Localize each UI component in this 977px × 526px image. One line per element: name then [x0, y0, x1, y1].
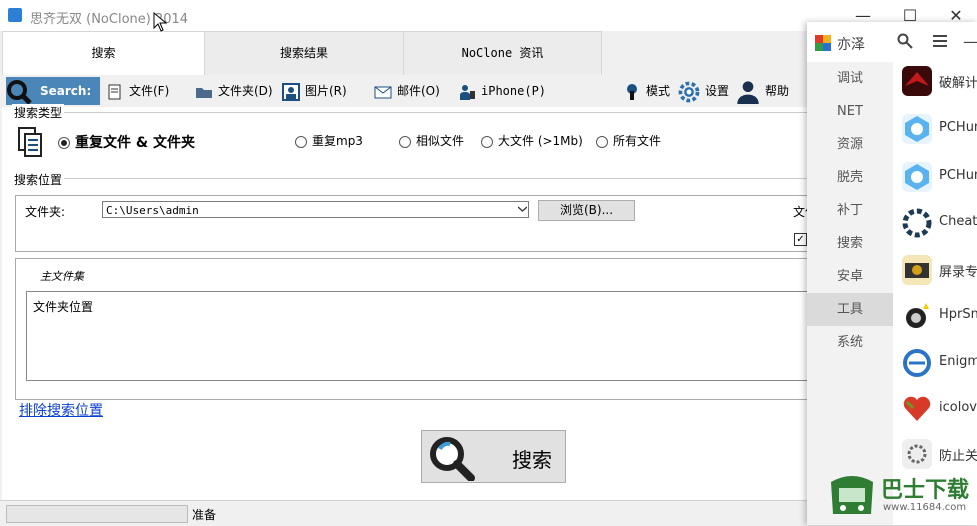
search-toolbar-button[interactable]: Search: — [6, 77, 100, 105]
minimize-icon[interactable]: — — [963, 32, 977, 51]
subfolder-checkbox[interactable]: ✓ — [794, 233, 807, 246]
iphone-button[interactable]: iPhone(P) — [458, 75, 546, 107]
folder-path-input[interactable]: C:\Users\admin — [102, 201, 529, 218]
folder-label: 文件夹(D) — [218, 84, 273, 98]
mode-label: 模式 — [646, 84, 671, 98]
folder-field-label: 文件夹: — [25, 205, 66, 219]
app-logo-icon — [8, 8, 22, 22]
tab-noclone-news[interactable]: NoClone 资讯 — [403, 31, 602, 75]
pointer-hand-icon — [627, 83, 637, 100]
mode-button[interactable]: 模式 — [623, 75, 670, 107]
tab-search[interactable]: 搜索 — [2, 31, 205, 75]
watermark-url: www.11684.com — [883, 502, 967, 513]
option-large-files[interactable]: 大文件 (>1Mb) — [481, 132, 583, 149]
browse-button[interactable]: 浏览(B)... — [538, 200, 635, 221]
toolbar: Search: 文件(F) 文件夹(D) 图片(R) 邮件(O) iPhone(… — [2, 75, 807, 107]
app-item[interactable]: 屏录专 — [899, 247, 977, 293]
search-type-label: 搜索类型 — [12, 104, 65, 121]
app-pchunter-icon — [902, 162, 932, 192]
nav-item-search[interactable]: 搜索 — [807, 227, 893, 260]
file-icon — [108, 84, 121, 99]
settings-button[interactable]: 设置 — [678, 75, 729, 107]
progress-bar — [6, 505, 188, 523]
option-duplicate-mp3[interactable]: 重复mp3 — [295, 132, 363, 149]
search-icon[interactable] — [897, 33, 913, 49]
nav-item-unpack[interactable]: 脱壳 — [807, 161, 893, 194]
nav-item-debug[interactable]: 调试 — [807, 62, 893, 95]
tab-search-results[interactable]: 搜索结果 — [204, 31, 404, 75]
nav-item-net[interactable]: NET — [807, 95, 893, 128]
radio — [596, 135, 608, 148]
radio — [295, 135, 307, 148]
menu-icon[interactable] — [933, 35, 947, 47]
brand-logo-icon — [815, 35, 831, 51]
start-search-button[interactable]: 搜索 — [421, 430, 566, 483]
app-item[interactable]: 破解计 — [899, 58, 977, 104]
folder-location-column: 文件夹位置 — [33, 300, 94, 314]
mouse-cursor-icon — [153, 12, 167, 32]
app-item[interactable]: PCHun — [899, 154, 977, 200]
tab-bar: 搜索 搜索结果 NoClone 资讯 — [2, 31, 807, 75]
app-item[interactable]: Enigm — [899, 340, 977, 386]
search-label: Search: — [40, 84, 92, 98]
iphone-label: iPhone(P) — [481, 84, 547, 98]
app-item[interactable]: PCHun — [899, 106, 977, 152]
nav-item-tools[interactable]: 工具 — [807, 293, 893, 326]
start-search-label: 搜索 — [512, 448, 552, 472]
portrait-icon — [282, 82, 300, 101]
radio — [399, 135, 411, 148]
category-nav: 调试 NET 资源 脱壳 补丁 搜索 安卓 工具 系统 — [807, 62, 893, 525]
nav-item-system[interactable]: 系统 — [807, 326, 893, 359]
app-screen-recorder-icon — [902, 255, 932, 285]
user-help-icon — [737, 80, 759, 104]
radio — [481, 135, 493, 148]
image-label: 图片(R) — [305, 84, 347, 98]
chevron-down-icon[interactable] — [518, 206, 527, 213]
magnifier-icon — [7, 80, 32, 105]
option-all-files[interactable]: 所有文件 — [596, 132, 661, 149]
image-button[interactable]: 图片(R) — [282, 75, 347, 107]
file-button[interactable]: 文件(F) — [106, 75, 169, 107]
option-duplicate-files[interactable]: 重复文件 & 文件夹 — [58, 132, 195, 152]
bus-logo-icon — [831, 476, 873, 514]
settings-label: 设置 — [705, 84, 730, 98]
app-cheat-engine-icon — [902, 208, 932, 238]
app-item[interactable]: HprSn — [899, 293, 977, 339]
option-similar-files[interactable]: 相似文件 — [399, 132, 464, 149]
app-enigma-icon — [902, 348, 932, 378]
radio-selected — [58, 137, 70, 149]
gear-icon — [678, 81, 700, 102]
launcher-panel: 亦泽 — 调试 NET 资源 脱壳 补丁 搜索 安卓 工具 系统 破解计 PCH… — [807, 22, 977, 525]
search-location-divider — [12, 178, 807, 179]
folder-icon — [196, 87, 212, 98]
brand-name: 亦泽 — [837, 37, 865, 53]
nav-item-android[interactable]: 安卓 — [807, 260, 893, 293]
magnifier-icon — [430, 437, 475, 481]
file-label: 文件(F) — [129, 84, 170, 98]
app-hprsnap-icon — [902, 301, 932, 331]
app-icolover-icon — [902, 394, 932, 424]
main-folder-set-label: 主文件集 — [40, 270, 84, 283]
app-crack-icon — [902, 66, 932, 96]
help-label: 帮助 — [765, 84, 790, 98]
help-button[interactable]: 帮助 — [736, 75, 789, 107]
documents-icon — [18, 127, 42, 157]
nav-item-patch[interactable]: 补丁 — [807, 194, 893, 227]
folder-button[interactable]: 文件夹(D) — [195, 75, 273, 107]
envelope-icon — [374, 86, 392, 98]
app-item[interactable]: Cheat — [899, 200, 977, 246]
watermark: 巴士下载 www.11684.com — [827, 468, 977, 525]
watermark-title: 巴士下载 — [881, 478, 970, 503]
app-gear-settings-icon — [902, 439, 932, 469]
exclude-locations-link[interactable]: 排除搜索位置 — [19, 400, 103, 420]
search-location-label: 搜索位置 — [12, 171, 65, 188]
nav-item-resources[interactable]: 资源 — [807, 128, 893, 161]
mail-button[interactable]: 邮件(O) — [374, 75, 440, 107]
mail-label: 邮件(O) — [397, 84, 440, 98]
person-phone-icon — [460, 84, 475, 100]
status-text: 准备 — [192, 508, 217, 522]
app-item[interactable]: icolov — [899, 386, 977, 432]
app-pchunter-icon — [902, 114, 932, 144]
folder-list[interactable]: 文件夹位置 — [26, 291, 809, 381]
